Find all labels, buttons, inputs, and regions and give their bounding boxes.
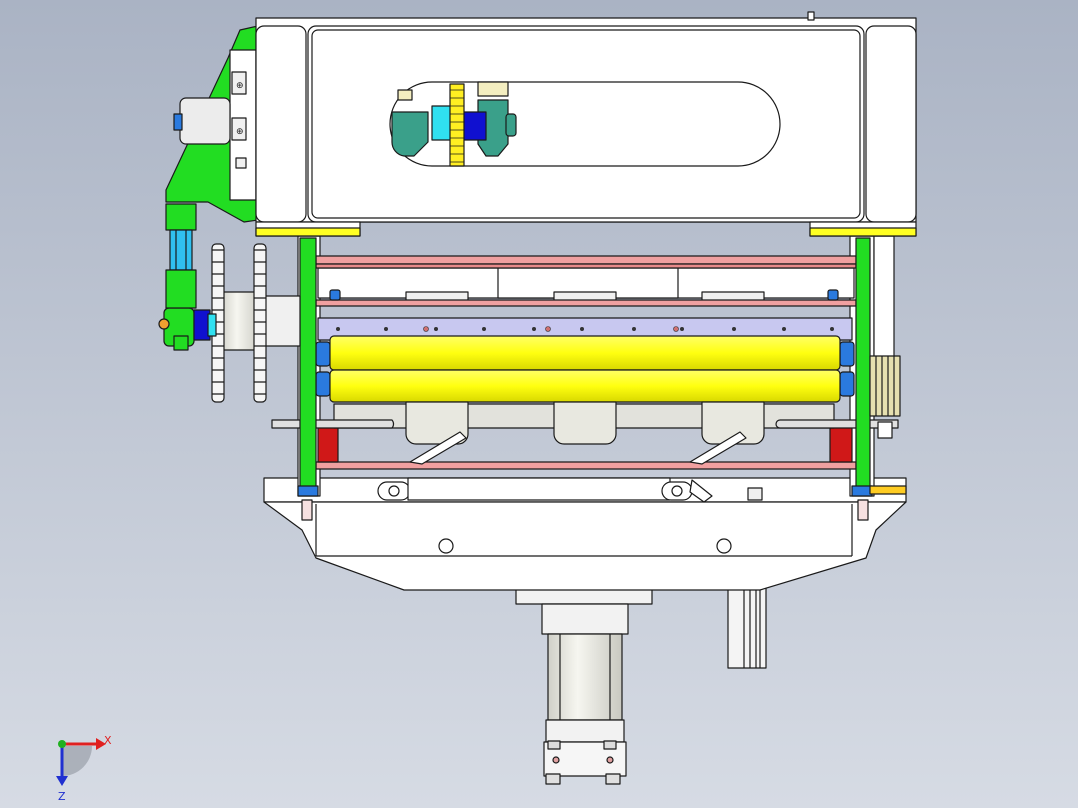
z-axis-label: Z bbox=[58, 790, 66, 803]
side-motor-block bbox=[727, 587, 767, 669]
cad-viewport[interactable]: ⊕ ⊕ X Z bbox=[0, 0, 1078, 808]
base-hole-right bbox=[716, 538, 732, 554]
upper-feed-roller bbox=[329, 335, 841, 371]
top-housing bbox=[255, 11, 917, 237]
base-hole-left bbox=[438, 538, 454, 554]
feed-rollers bbox=[329, 335, 841, 403]
feeder-assembly-drawing[interactable]: ⊕ ⊕ X Z bbox=[0, 0, 1078, 808]
sprocket-outer bbox=[253, 243, 267, 403]
x-axis-label: X bbox=[104, 734, 112, 747]
y-axis-dot bbox=[58, 740, 66, 748]
slot-shaft-assembly bbox=[391, 81, 517, 167]
svg-text:⊕: ⊕ bbox=[236, 127, 244, 137]
svg-text:⊕: ⊕ bbox=[236, 81, 244, 91]
lower-feed-roller bbox=[329, 369, 841, 403]
